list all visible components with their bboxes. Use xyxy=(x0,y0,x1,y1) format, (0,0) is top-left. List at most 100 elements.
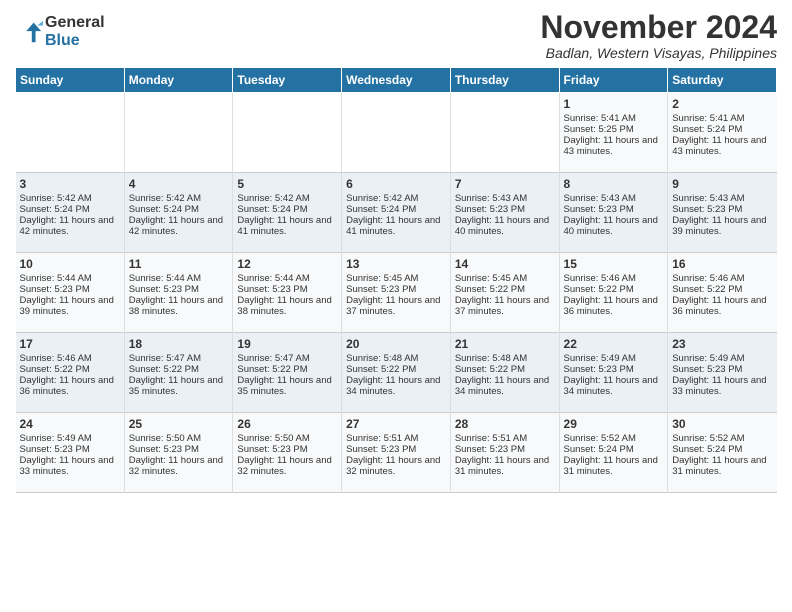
calendar-cell xyxy=(450,93,559,173)
day-info: Sunrise: 5:41 AM xyxy=(672,113,772,124)
day-info: Sunset: 5:23 PM xyxy=(564,204,664,215)
day-info: Sunrise: 5:42 AM xyxy=(20,193,120,204)
day-info: Daylight: 11 hours and 37 minutes. xyxy=(346,295,446,317)
day-number: 11 xyxy=(129,257,229,271)
day-number: 17 xyxy=(20,337,120,351)
calendar-cell: 18Sunrise: 5:47 AMSunset: 5:22 PMDayligh… xyxy=(124,333,233,413)
calendar-day-header: Monday xyxy=(124,68,233,93)
day-info: Sunset: 5:23 PM xyxy=(672,204,772,215)
day-info: Sunrise: 5:49 AM xyxy=(672,353,772,364)
logo-text: General Blue xyxy=(45,14,105,50)
day-number: 4 xyxy=(129,177,229,191)
day-info: Daylight: 11 hours and 36 minutes. xyxy=(672,295,772,317)
day-info: Sunset: 5:22 PM xyxy=(672,284,772,295)
day-info: Sunset: 5:23 PM xyxy=(237,444,337,455)
day-info: Sunrise: 5:52 AM xyxy=(564,433,664,444)
calendar-cell: 2 Sunrise: 5:41 AMSunset: 5:24 PMDaylight… xyxy=(668,93,777,173)
header: General Blue November 2024 Badlan, Weste… xyxy=(15,10,777,61)
calendar-cell: 9Sunrise: 5:43 AMSunset: 5:23 PMDaylight… xyxy=(668,173,777,253)
day-info: Sunset: 5:23 PM xyxy=(346,444,446,455)
day-number: 13 xyxy=(346,257,446,271)
calendar-day-header: Wednesday xyxy=(342,68,451,93)
day-info: Daylight: 11 hours and 37 minutes. xyxy=(455,295,555,317)
day-info: Sunset: 5:24 PM xyxy=(564,444,664,455)
day-info: Sunrise: 5:50 AM xyxy=(129,433,229,444)
day-number: 21 xyxy=(455,337,555,351)
day-info: Sunrise: 5:44 AM xyxy=(20,273,120,284)
calendar-week-row: 3Sunrise: 5:42 AMSunset: 5:24 PMDaylight… xyxy=(16,173,777,253)
day-info: Daylight: 11 hours and 40 minutes. xyxy=(564,215,664,237)
day-number: 14 xyxy=(455,257,555,271)
day-info: Sunrise: 5:43 AM xyxy=(564,193,664,204)
day-info: Sunset: 5:23 PM xyxy=(20,284,120,295)
day-info: Sunset: 5:22 PM xyxy=(237,364,337,375)
day-info: Sunrise: 5:52 AM xyxy=(672,433,772,444)
day-info: Sunrise: 5:47 AM xyxy=(129,353,229,364)
day-info: Sunset: 5:22 PM xyxy=(455,364,555,375)
day-info: Daylight: 11 hours and 42 minutes. xyxy=(129,215,229,237)
day-info: Daylight: 11 hours and 32 minutes. xyxy=(346,455,446,477)
calendar-cell: 19Sunrise: 5:47 AMSunset: 5:22 PMDayligh… xyxy=(233,333,342,413)
day-number: 15 xyxy=(564,257,664,271)
day-number: 2 xyxy=(672,97,772,111)
day-info: Daylight: 11 hours and 34 minutes. xyxy=(346,375,446,397)
day-info: Sunset: 5:22 PM xyxy=(20,364,120,375)
day-info: Sunset: 5:23 PM xyxy=(672,364,772,375)
page-container: General Blue November 2024 Badlan, Weste… xyxy=(0,0,792,503)
day-number: 24 xyxy=(20,417,120,431)
day-info: Sunrise: 5:48 AM xyxy=(346,353,446,364)
day-number: 16 xyxy=(672,257,772,271)
day-info: Sunrise: 5:48 AM xyxy=(455,353,555,364)
day-info: Daylight: 11 hours and 43 minutes. xyxy=(672,135,772,157)
day-info: Sunrise: 5:44 AM xyxy=(237,273,337,284)
day-info: Sunset: 5:24 PM xyxy=(20,204,120,215)
day-number: 27 xyxy=(346,417,446,431)
calendar-cell: 29Sunrise: 5:52 AMSunset: 5:24 PMDayligh… xyxy=(559,413,668,493)
day-info: Sunrise: 5:47 AM xyxy=(237,353,337,364)
day-number: 26 xyxy=(237,417,337,431)
calendar-cell xyxy=(16,93,125,173)
calendar-cell: 28Sunrise: 5:51 AMSunset: 5:23 PMDayligh… xyxy=(450,413,559,493)
calendar-cell: 30Sunrise: 5:52 AMSunset: 5:24 PMDayligh… xyxy=(668,413,777,493)
day-info: Sunrise: 5:50 AM xyxy=(237,433,337,444)
calendar-cell: 25Sunrise: 5:50 AMSunset: 5:23 PMDayligh… xyxy=(124,413,233,493)
day-info: Sunset: 5:23 PM xyxy=(129,284,229,295)
day-info: Daylight: 11 hours and 31 minutes. xyxy=(455,455,555,477)
day-info: Daylight: 11 hours and 36 minutes. xyxy=(564,295,664,317)
calendar-cell: 22Sunrise: 5:49 AMSunset: 5:23 PMDayligh… xyxy=(559,333,668,413)
logo-icon xyxy=(15,18,43,46)
calendar-table: SundayMondayTuesdayWednesdayThursdayFrid… xyxy=(15,67,777,493)
day-info: Sunrise: 5:46 AM xyxy=(672,273,772,284)
day-number: 29 xyxy=(564,417,664,431)
day-info: Sunset: 5:22 PM xyxy=(455,284,555,295)
day-info: Sunset: 5:23 PM xyxy=(237,284,337,295)
calendar-cell: 24Sunrise: 5:49 AMSunset: 5:23 PMDayligh… xyxy=(16,413,125,493)
day-info: Daylight: 11 hours and 41 minutes. xyxy=(237,215,337,237)
calendar-cell: 27Sunrise: 5:51 AMSunset: 5:23 PMDayligh… xyxy=(342,413,451,493)
day-info: Sunset: 5:22 PM xyxy=(129,364,229,375)
day-number: 18 xyxy=(129,337,229,351)
calendar-cell: 20Sunrise: 5:48 AMSunset: 5:22 PMDayligh… xyxy=(342,333,451,413)
calendar-header-row: SundayMondayTuesdayWednesdayThursdayFrid… xyxy=(16,68,777,93)
day-info: Sunset: 5:24 PM xyxy=(672,124,772,135)
day-number: 19 xyxy=(237,337,337,351)
day-number: 23 xyxy=(672,337,772,351)
calendar-cell xyxy=(233,93,342,173)
calendar-day-header: Saturday xyxy=(668,68,777,93)
calendar-cell: 23 Sunrise: 5:49 AMSunset: 5:23 PMDayligh… xyxy=(668,333,777,413)
day-info: Daylight: 11 hours and 43 minutes. xyxy=(564,135,664,157)
day-number: 10 xyxy=(20,257,120,271)
day-info: Daylight: 11 hours and 33 minutes. xyxy=(672,375,772,397)
day-info: Sunset: 5:23 PM xyxy=(564,364,664,375)
calendar-cell: 11Sunrise: 5:44 AMSunset: 5:23 PMDayligh… xyxy=(124,253,233,333)
calendar-week-row: 17Sunrise: 5:46 AMSunset: 5:22 PMDayligh… xyxy=(16,333,777,413)
calendar-cell: 7Sunrise: 5:43 AMSunset: 5:23 PMDaylight… xyxy=(450,173,559,253)
day-info: Daylight: 11 hours and 32 minutes. xyxy=(237,455,337,477)
day-info: Sunset: 5:23 PM xyxy=(455,204,555,215)
calendar-cell: 26 Sunrise: 5:50 AMSunset: 5:23 PMDayligh… xyxy=(233,413,342,493)
day-info: Sunrise: 5:44 AM xyxy=(129,273,229,284)
day-number: 8 xyxy=(564,177,664,191)
day-info: Sunset: 5:23 PM xyxy=(346,284,446,295)
calendar-cell xyxy=(124,93,233,173)
calendar-cell: 1Sunrise: 5:41 AMSunset: 5:25 PMDaylight… xyxy=(559,93,668,173)
